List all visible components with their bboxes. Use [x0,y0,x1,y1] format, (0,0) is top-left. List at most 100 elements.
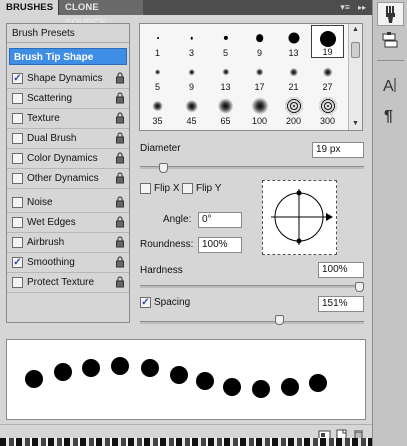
option-label: Wet Edges [27,217,76,228]
option-noise[interactable]: Noise [7,193,129,213]
option-checkbox[interactable] [12,217,23,228]
lock-icon[interactable] [115,236,125,248]
spacing-slider-track[interactable] [140,321,364,324]
option-scattering[interactable]: Scattering [7,89,129,109]
brush-preset-65[interactable]: 65 [209,93,242,126]
diameter-slider-track[interactable] [140,166,364,169]
option-shape-dynamics[interactable]: ✓ Shape Dynamics [7,69,129,89]
brush-tip-icon [156,37,159,39]
spacing-slider-thumb[interactable] [275,315,285,325]
option-texture[interactable]: Texture [7,109,129,129]
option-color-dynamics[interactable]: Color Dynamics [7,149,129,169]
option-checkbox[interactable] [12,277,23,288]
scroll-up-icon[interactable]: ▲ [349,24,362,36]
brush-preset-13[interactable]: 13 [277,25,310,58]
diameter-field[interactable]: 19 px [312,142,364,158]
angle-roundness-widget[interactable] [262,180,337,255]
option-dual-brush[interactable]: Dual Brush [7,129,129,149]
spacing-field[interactable]: 151% [318,296,364,312]
canvas-strip [0,438,372,446]
option-smoothing[interactable]: ✓ Smoothing [7,253,129,273]
collapse-panel-icon[interactable]: ▸▸ [358,3,366,12]
lock-icon[interactable] [115,276,125,288]
scroll-down-icon[interactable]: ▼ [349,118,362,130]
panel-menu-icon[interactable]: ▾≡ [340,2,350,13]
flip-x-checkbox[interactable] [140,183,151,194]
right-dock: A ¶ [372,0,407,446]
brush-preset-200[interactable]: 200 [277,93,310,126]
option-protect-texture[interactable]: Protect Texture [7,273,129,293]
lock-icon[interactable] [115,112,125,124]
option-checkbox[interactable]: ✓ [12,257,23,268]
tab-brushes[interactable]: BRUSHES [0,0,58,15]
brush-preset-27[interactable]: 27 [311,59,344,92]
brush-preset-5[interactable]: 5 [141,59,174,92]
lock-icon[interactable] [115,216,125,228]
brush-preset-13[interactable]: 13 [209,59,242,92]
angle-field[interactable]: 0° [198,212,242,228]
brush-preset-3[interactable]: 3 [175,25,208,58]
character-icon[interactable]: A [377,74,404,98]
lock-icon[interactable] [115,92,125,104]
lock-icon[interactable] [115,72,125,84]
lock-icon[interactable] [115,132,125,144]
brush-size-label: 27 [322,82,333,92]
brush-preset-35[interactable]: 35 [141,93,174,126]
brush-preset-9[interactable]: 9 [175,59,208,92]
option-checkbox[interactable] [12,173,23,184]
hardness-slider-track[interactable] [140,285,364,288]
lock-icon[interactable] [115,196,125,208]
brush-tip-icon [284,97,303,115]
scrollbar-thumb[interactable] [351,42,360,58]
brush-size-label: 200 [285,116,302,126]
dock-divider [377,60,404,61]
brush-preset-17[interactable]: 17 [243,59,276,92]
lock-icon[interactable] [115,152,125,164]
brush-preset-300[interactable]: 300 [311,93,344,126]
hardness-field[interactable]: 100% [318,262,364,278]
tab-clone-source[interactable]: CLONE SOURCE [58,0,143,28]
svg-text:¶: ¶ [384,108,393,125]
option-checkbox[interactable] [12,113,23,124]
diameter-slider-thumb[interactable] [159,163,169,173]
preview-dot [281,378,299,396]
brush-palette-icon[interactable] [377,2,404,26]
brush-preset-21[interactable]: 21 [277,59,310,92]
lock-icon[interactable] [115,256,125,268]
preview-dot [170,366,188,384]
spacing-checkbox[interactable]: ✓ [140,297,151,308]
brush-angle-diagram-icon[interactable] [263,181,336,254]
option-checkbox[interactable] [12,93,23,104]
brush-tip-shape-item[interactable]: Brush Tip Shape [9,48,127,65]
brush-preset-9[interactable]: 9 [243,25,276,58]
hardness-slider-thumb[interactable] [355,282,364,292]
option-checkbox[interactable] [12,153,23,164]
brush-tip-icon [223,35,228,41]
brush-presets-button[interactable]: Brush Presets [7,24,129,43]
option-airbrush[interactable]: Airbrush [7,233,129,253]
brush-size-label: 13 [288,48,299,58]
brush-preset-19[interactable]: 19 [311,25,344,58]
flip-y-checkbox[interactable] [182,183,193,194]
brush-preset-100[interactable]: 100 [243,93,276,126]
brush-preset-grid: 1 3 5 9 13 19 5 9 13 17 21 27 35 45 65 100 200 300 ▲ ▼ [139,23,363,131]
brush-preset-45[interactable]: 45 [175,93,208,126]
brushes-panel: BRUSHES CLONE SOURCE ▾≡ ▸▸ Brush Presets… [0,0,372,446]
brush-tip-icon [322,67,333,77]
roundness-field[interactable]: 100% [198,237,242,253]
lock-icon[interactable] [115,172,125,184]
option-other-dynamics[interactable]: Other Dynamics [7,169,129,189]
paragraph-icon[interactable]: ¶ [377,104,404,128]
flip-y-label: Flip Y [196,183,222,194]
brush-preset-5[interactable]: 5 [209,25,242,58]
clone-source-icon[interactable] [377,30,404,54]
option-checkbox[interactable] [12,237,23,248]
option-checkbox[interactable]: ✓ [12,73,23,84]
brush-size-label: 5 [154,82,160,92]
grid-scrollbar[interactable]: ▲ ▼ [348,24,362,130]
brush-stroke-preview [6,339,366,420]
option-wet-edges[interactable]: Wet Edges [7,213,129,233]
option-checkbox[interactable] [12,197,23,208]
option-checkbox[interactable] [12,133,23,144]
brush-preset-1[interactable]: 1 [141,25,174,58]
